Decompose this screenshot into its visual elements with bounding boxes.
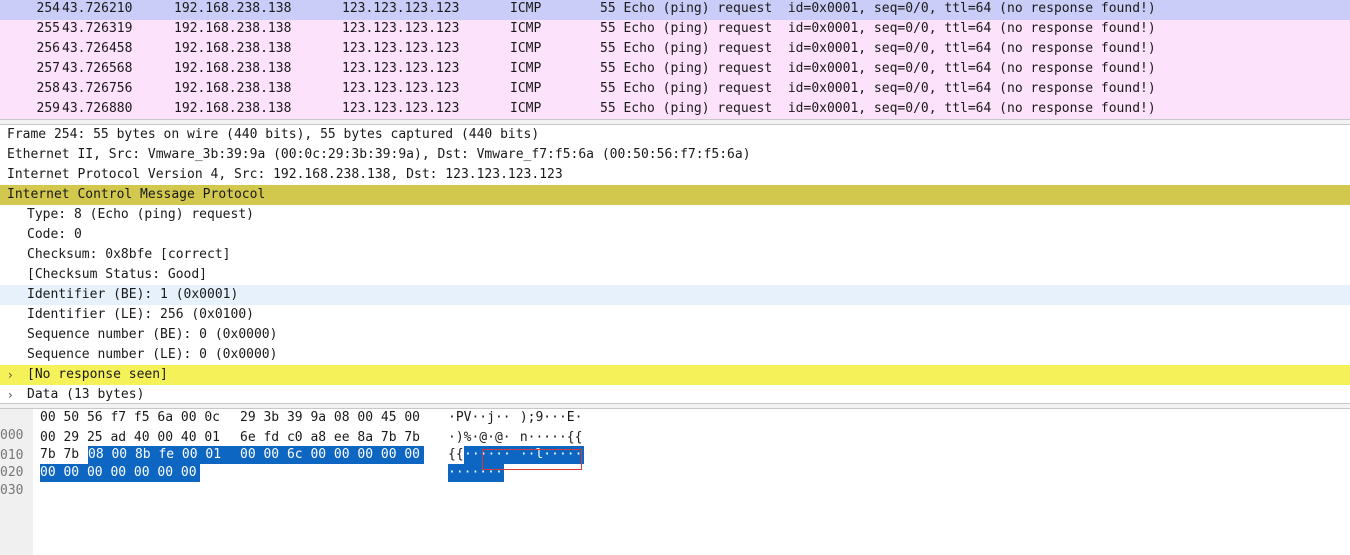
- ascii-bytes[interactable]: ·PV··j··: [448, 409, 511, 427]
- packet-time: 43.726210: [62, 1, 133, 16]
- tree-item-identifier-be[interactable]: Identifier (BE): 1 (0x0001): [0, 285, 1350, 305]
- icmp-label: Internet Control Message Protocol: [7, 187, 266, 202]
- tree-item-no-response[interactable]: › [No response seen]: [0, 365, 1350, 385]
- data-label: Data (13 bytes): [27, 387, 145, 402]
- ascii-bytes[interactable]: {{: [448, 446, 464, 464]
- packet-info: 55 Echo (ping) request id=0x0001, seq=0/…: [600, 41, 1156, 56]
- hex-bytes[interactable]: 6e fd c0 a8 ee 8a 7b 7b: [240, 429, 420, 447]
- code-label: Code: 0: [27, 227, 82, 242]
- packet-bytes-pane[interactable]: 000 00 50 56 f7 f5 6a 00 0c 29 3b 39 9a …: [0, 409, 1350, 555]
- packet-info: 55 Echo (ping) request id=0x0001, seq=0/…: [600, 61, 1156, 76]
- hex-bytes-selected[interactable]: 00 00 00 00 00 00 00: [40, 464, 200, 482]
- packet-destination: 123.123.123.123: [342, 1, 460, 16]
- packet-row[interactable]: 256 43.726458 192.168.238.138 123.123.123.1…: [0, 40, 1350, 60]
- tree-item-seq-le[interactable]: Sequence number (LE): 0 (0x0000): [0, 345, 1350, 365]
- hex-bytes[interactable]: 29 3b 39 9a 08 00 45 00: [240, 409, 420, 427]
- packet-destination: 123.123.123.123: [342, 81, 460, 96]
- hex-bytes-selected[interactable]: 08 00 8b fe 00 01: [88, 446, 225, 464]
- packet-source: 192.168.238.138: [174, 1, 292, 16]
- tree-item-type[interactable]: Type: 8 (Echo (ping) request): [0, 205, 1350, 225]
- packet-info: 55 Echo (ping) request id=0x0001, seq=0/…: [600, 101, 1156, 116]
- ascii-bytes-selected[interactable]: ··l·····: [512, 446, 584, 464]
- packet-destination: 123.123.123.123: [342, 21, 460, 36]
- ethernet-label: Ethernet II, Src: Vmware_3b:39:9a (00:0c…: [7, 147, 751, 162]
- chevron-right-icon[interactable]: ›: [8, 385, 13, 403]
- packet-row[interactable]: 255 43.726319 192.168.238.138 123.123.123.1…: [0, 20, 1350, 40]
- packet-number: 258: [36, 81, 60, 96]
- packet-source: 192.168.238.138: [174, 101, 292, 116]
- tree-item-seq-be[interactable]: Sequence number (BE): 0 (0x0000): [0, 325, 1350, 345]
- hex-bytes[interactable]: 00 29 25 ad 40 00 40 01: [40, 429, 220, 447]
- packet-protocol: ICMP: [510, 61, 542, 76]
- tree-item-data[interactable]: › Data (13 bytes): [0, 385, 1350, 403]
- chevron-right-icon[interactable]: ›: [8, 365, 13, 385]
- packet-time: 43.726458: [62, 41, 133, 56]
- identifier-le-label: Identifier (LE): 256 (0x0100): [27, 307, 254, 322]
- packet-row[interactable]: 257 43.726568 192.168.238.138 123.123.123.1…: [0, 60, 1350, 80]
- byte-offset: 030: [0, 483, 24, 498]
- packet-number: 259: [36, 101, 60, 116]
- tree-item-frame[interactable]: Frame 254: 55 bytes on wire (440 bits), …: [0, 125, 1350, 145]
- packet-time: 43.726319: [62, 21, 133, 36]
- ip-label: Internet Protocol Version 4, Src: 192.16…: [7, 167, 563, 182]
- bytes-row: 030 00 00 00 00 00 00 00 ·······: [0, 464, 504, 498]
- packet-number: 257: [36, 61, 60, 76]
- seq-be-label: Sequence number (BE): 0 (0x0000): [27, 327, 278, 342]
- hex-bytes-selected[interactable]: 00 00 6c 00 00 00 00 00: [225, 446, 424, 464]
- packet-protocol: ICMP: [510, 1, 542, 16]
- packet-details-tree[interactable]: Frame 254: 55 bytes on wire (440 bits), …: [0, 125, 1350, 403]
- packet-row[interactable]: 259 43.726880 192.168.238.138 123.123.123.1…: [0, 100, 1350, 119]
- tree-item-ip[interactable]: Internet Protocol Version 4, Src: 192.16…: [0, 165, 1350, 185]
- packet-row[interactable]: 254 43.726210 192.168.238.138 123.123.123.1…: [0, 0, 1350, 20]
- packet-time: 43.726568: [62, 61, 133, 76]
- packet-info: 55 Echo (ping) request id=0x0001, seq=0/…: [600, 1, 1156, 16]
- ascii-bytes[interactable]: );9···E·: [512, 409, 583, 427]
- ascii-bytes-selected[interactable]: ······: [464, 446, 512, 464]
- packet-number: 254: [36, 1, 60, 16]
- packet-destination: 123.123.123.123: [342, 41, 460, 56]
- hex-bytes[interactable]: 00 50 56 f7 f5 6a 00 0c: [40, 409, 220, 427]
- tree-item-checksum-status[interactable]: [Checksum Status: Good]: [0, 265, 1350, 285]
- packet-source: 192.168.238.138: [174, 21, 292, 36]
- bytes-row: 020 7b 7b 08 00 8b fe 00 01 00 00 6c 00 …: [0, 446, 584, 480]
- hex-bytes[interactable]: 7b 7b: [40, 446, 79, 464]
- tree-item-code[interactable]: Code: 0: [0, 225, 1350, 245]
- tree-item-icmp[interactable]: Internet Control Message Protocol: [0, 185, 1350, 205]
- packet-time: 43.726756: [62, 81, 133, 96]
- packet-protocol: ICMP: [510, 81, 542, 96]
- packet-protocol: ICMP: [510, 41, 542, 56]
- ascii-bytes[interactable]: n·····{{: [512, 429, 583, 447]
- packet-info: 55 Echo (ping) request id=0x0001, seq=0/…: [600, 21, 1156, 36]
- packet-number: 255: [36, 21, 60, 36]
- tree-item-ethernet[interactable]: Ethernet II, Src: Vmware_3b:39:9a (00:0c…: [0, 145, 1350, 165]
- packet-time: 43.726880: [62, 101, 133, 116]
- bytes-row: 010 00 29 25 ad 40 00 40 01 6e fd c0 a8 …: [0, 429, 582, 463]
- frame-label: Frame 254: 55 bytes on wire (440 bits), …: [7, 127, 540, 142]
- tree-item-identifier-le[interactable]: Identifier (LE): 256 (0x0100): [0, 305, 1350, 325]
- packet-destination: 123.123.123.123: [342, 61, 460, 76]
- packet-protocol: ICMP: [510, 101, 542, 116]
- identifier-be-label: Identifier (BE): 1 (0x0001): [27, 287, 239, 302]
- type-label: Type: 8 (Echo (ping) request): [27, 207, 254, 222]
- bytes-row: 000 00 50 56 f7 f5 6a 00 0c 29 3b 39 9a …: [0, 409, 582, 443]
- checksum-label: Checksum: 0x8bfe [correct]: [27, 247, 231, 262]
- packet-protocol: ICMP: [510, 21, 542, 36]
- packet-source: 192.168.238.138: [174, 41, 292, 56]
- ascii-bytes-selected[interactable]: ·······: [448, 464, 504, 482]
- tree-item-checksum[interactable]: Checksum: 0x8bfe [correct]: [0, 245, 1350, 265]
- packet-number: 256: [36, 41, 60, 56]
- packet-source: 192.168.238.138: [174, 61, 292, 76]
- packet-info: 55 Echo (ping) request id=0x0001, seq=0/…: [600, 81, 1156, 96]
- seq-le-label: Sequence number (LE): 0 (0x0000): [27, 347, 278, 362]
- checksum-status-label: [Checksum Status: Good]: [27, 267, 208, 282]
- packet-source: 192.168.238.138: [174, 81, 292, 96]
- packet-row[interactable]: 258 43.726756 192.168.238.138 123.123.123.1…: [0, 80, 1350, 100]
- ascii-bytes[interactable]: ·)%·@·@·: [448, 429, 511, 447]
- packet-list[interactable]: 254 43.726210 192.168.238.138 123.123.123.1…: [0, 0, 1350, 119]
- no-response-label: [No response seen]: [27, 367, 168, 382]
- packet-destination: 123.123.123.123: [342, 101, 460, 116]
